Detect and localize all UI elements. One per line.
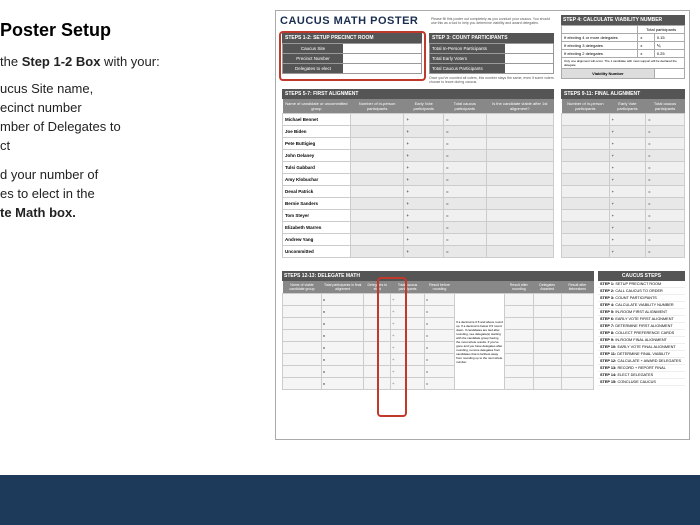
caucus-step: STEP 14: ELECT DELEGATES — [598, 372, 685, 379]
caucus-step: STEP 4: CALCULATE VIABILITY NUMBER — [598, 302, 685, 309]
delegate-row: x÷= — [283, 342, 594, 354]
instructions-panel: Poster Setup the Step 1-2 Box with your:… — [0, 20, 220, 224]
final-header: STEPS 9-11: FINAL ALIGNMENT — [561, 89, 685, 99]
candidate-row: Pete Buttigieg+= — [283, 138, 554, 150]
count-row: Total Caucus Participants — [429, 64, 554, 74]
step3-header: STEP 3: COUNT PARTICIPANTS — [429, 33, 554, 43]
steps-header: CAUCUS STEPS — [598, 271, 685, 281]
footer-bar — [0, 475, 700, 525]
bullet-item: mber of Delegates to — [0, 119, 220, 134]
final-row: += — [562, 186, 685, 198]
final-row: += — [562, 210, 685, 222]
step4-header: STEP 4: CALCULATE VIABILITY NUMBER — [561, 15, 685, 25]
instruction-line: d your number of — [0, 167, 220, 182]
setup-row: Precinct Number — [282, 54, 422, 64]
page-title: Poster Setup — [0, 20, 220, 41]
instruction-line: the Step 1-2 Box with your: — [0, 53, 220, 71]
candidate-row: Tulsi Gabbard+= — [283, 162, 554, 174]
first-align-header: STEPS 5-7: FIRST ALIGNMENT — [282, 89, 554, 99]
caucus-step: STEP 6: EARLY VOTE FIRST ALIGNMENT — [598, 316, 685, 323]
instruction-line: es to elect in the — [0, 186, 220, 201]
delegate-header: STEPS 12-13: DELEGATE MATH — [282, 271, 594, 281]
delegate-row: x÷= — [283, 318, 594, 330]
delegate-row: x÷= — [283, 330, 594, 342]
caucus-step: STEP 13: RECORD + REPORT FINAL — [598, 365, 685, 372]
candidate-row: Amy Klobuchar+= — [283, 174, 554, 186]
delegate-row: x÷= — [283, 306, 594, 318]
setup-row: Caucus Site — [282, 43, 422, 54]
caucus-step: STEP 3: COUNT PARTICIPANTS — [598, 295, 685, 302]
viability-row: If electing 2 delegatesx0.25 — [562, 50, 685, 58]
delegate-math-table: Name of viable candidate groupTotal part… — [282, 281, 594, 390]
first-alignment-box: STEPS 5-7: FIRST ALIGNMENT Name of candi… — [282, 89, 554, 258]
candidate-row: Tom Steyer+= — [283, 210, 554, 222]
final-row: += — [562, 198, 685, 210]
final-row: += — [562, 162, 685, 174]
caucus-step: STEP 12: CALCULATE + AWARD DELEGATES — [598, 358, 685, 365]
final-row: += — [562, 126, 685, 138]
candidate-row: Michael Bennet+= — [283, 114, 554, 126]
caucus-step: STEP 8: COLLECT PREFERENCE CARDS — [598, 330, 685, 337]
candidate-row: Deval Patrick+= — [283, 186, 554, 198]
viability-table: Total participants If electing 4 or more… — [561, 25, 685, 79]
candidate-row: Andrew Yang+= — [283, 234, 554, 246]
caucus-step: STEP 10: EARLY VOTE FINAL ALIGNMENT — [598, 344, 685, 351]
final-row: += — [562, 138, 685, 150]
candidate-row: Uncommitted+= — [283, 246, 554, 258]
final-row: += — [562, 234, 685, 246]
delegate-row: x÷=If a decimal is 0.5 and above round u… — [283, 294, 594, 306]
candidate-row: Elizabeth Warren+= — [283, 222, 554, 234]
caucus-step: STEP 15: CONCLUDE CAUCUS — [598, 379, 685, 386]
candidate-row: Joe Biden+= — [283, 126, 554, 138]
viability-box: STEP 4: CALCULATE VIABILITY NUMBER Total… — [561, 15, 685, 79]
poster-subtitle: Please fill this poster out completely a… — [431, 17, 551, 25]
step3-note: Once you've counted all voters, this num… — [429, 76, 554, 84]
viability-row: If electing 4 or more delegatesx0.15 — [562, 34, 685, 42]
caucus-poster: CAUCUS MATH POSTER Please fill this post… — [275, 10, 690, 440]
count-row: Total Early Voters — [429, 54, 554, 64]
caucus-step: STEP 1: SETUP PRECINCT ROOM — [598, 281, 685, 288]
candidate-row: John Delaney+= — [283, 150, 554, 162]
delegate-math-box: STEPS 12-13: DELEGATE MATH Name of viabl… — [282, 271, 594, 390]
first-alignment-table: Name of candidate or uncommitted groupNu… — [282, 99, 554, 258]
caucus-step: STEP 2: CALL CAUCUS TO ORDER — [598, 288, 685, 295]
count-row: Total In-Person Participants — [429, 43, 554, 54]
final-row: += — [562, 150, 685, 162]
bullet-item: ct — [0, 138, 220, 153]
final-row: += — [562, 114, 685, 126]
delegate-row: x÷= — [283, 366, 594, 378]
final-alignment-table: Number of in-person participantsEarly Vo… — [561, 99, 685, 258]
bullet-item: ucus Site name, — [0, 81, 220, 96]
final-row: += — [562, 222, 685, 234]
delegate-row: x÷= — [283, 378, 594, 390]
candidate-row: Bernie Sanders+= — [283, 198, 554, 210]
setup-precinct-box: STEPS 1-2: SETUP PRECINCT ROOM Caucus Si… — [282, 33, 422, 74]
bullet-item: ecinct number — [0, 100, 220, 115]
caucus-step: STEP 9: IN-ROOM FINAL ALIGNMENT — [598, 337, 685, 344]
step12-header: STEPS 1-2: SETUP PRECINCT ROOM — [282, 33, 422, 43]
viability-row: If electing 3 delegatesx⅙ — [562, 42, 685, 50]
caucus-steps-box: CAUCUS STEPS STEP 1: SETUP PRECINCT ROOM… — [598, 271, 685, 386]
final-alignment-box: STEPS 9-11: FINAL ALIGNMENT Number of in… — [561, 89, 685, 258]
caucus-step: STEP 5: IN-ROOM FIRST ALIGNMENT — [598, 309, 685, 316]
instruction-line: te Math box. — [0, 205, 220, 220]
final-row: += — [562, 246, 685, 258]
delegate-row: x÷= — [283, 354, 594, 366]
final-row: += — [562, 174, 685, 186]
count-participants-box: STEP 3: COUNT PARTICIPANTS Total In-Pers… — [429, 33, 554, 84]
setup-row: Delegates to elect — [282, 64, 422, 74]
caucus-step: STEP 7: DETERMINE FIRST ALIGNMENT — [598, 323, 685, 330]
caucus-step: STEP 11: DETERMINE FINAL VIABILITY — [598, 351, 685, 358]
